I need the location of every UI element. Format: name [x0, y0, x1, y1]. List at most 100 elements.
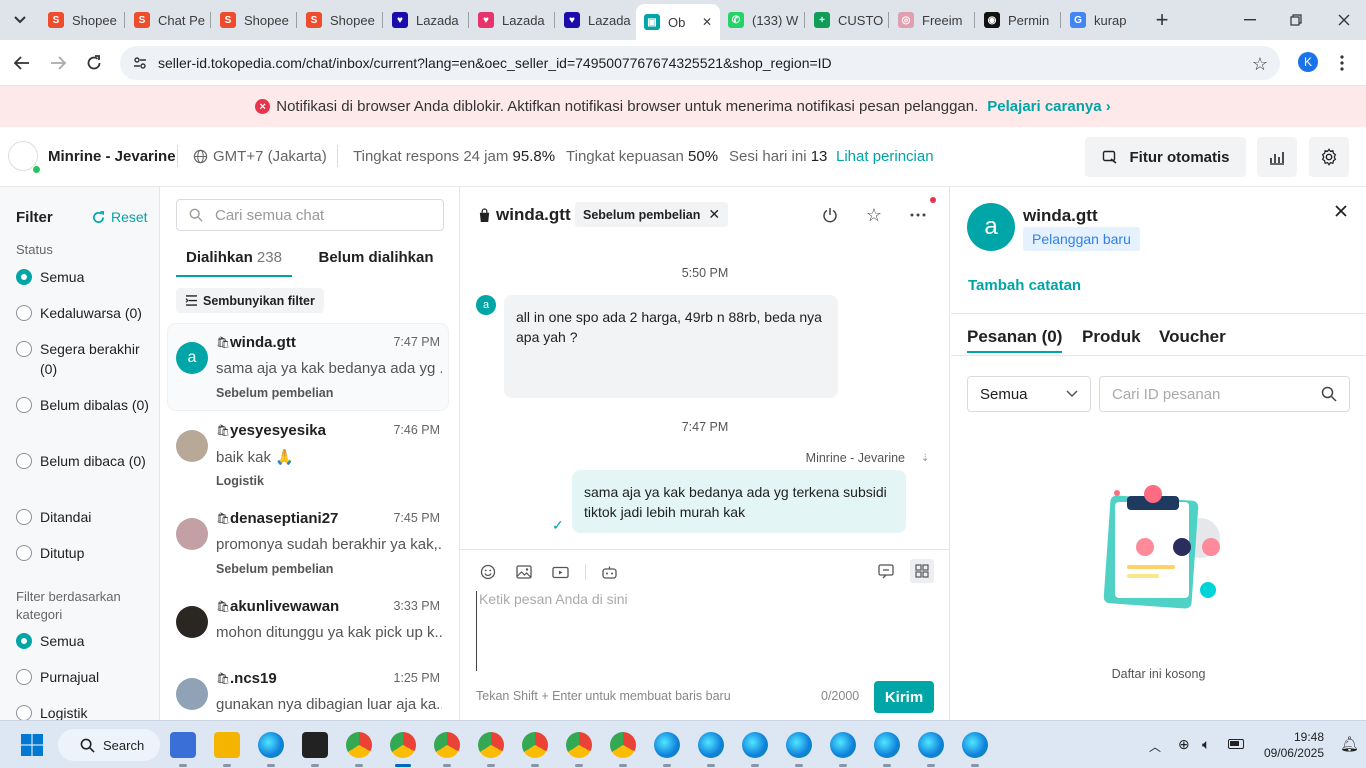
remove-tag-icon[interactable]: ✕ — [708, 206, 720, 223]
order-search-input[interactable]: Cari ID pesanan — [1099, 376, 1350, 412]
browser-tab[interactable]: Gkurap — [1062, 4, 1144, 36]
browser-tab[interactable]: S Chat Pe — [126, 4, 208, 36]
filter-radio-option[interactable]: Semua — [16, 267, 150, 287]
radio-circle[interactable] — [16, 509, 32, 525]
end-chat-power-icon[interactable] — [820, 205, 840, 225]
filter-radio-option[interactable]: Purnajual — [16, 667, 150, 687]
chrome-profile-icon[interactable] — [566, 732, 592, 758]
conversation-item[interactable]: 🛍︎ yesyesyesika 7:46 PM baik kak 🙏 Logistik — [168, 412, 448, 498]
notepad-app-icon[interactable] — [170, 732, 196, 758]
radio-circle[interactable] — [16, 397, 32, 413]
tab-assigned[interactable]: Dialihkan 238 — [176, 249, 292, 277]
radio-circle[interactable] — [16, 453, 32, 469]
tab-vouchers[interactable]: Voucher — [1159, 327, 1226, 347]
site-info-icon[interactable] — [132, 55, 148, 74]
browser-tab[interactable]: S Shopee — [298, 4, 380, 36]
back-icon[interactable] — [10, 51, 34, 75]
tab-products[interactable]: Produk — [1082, 327, 1141, 347]
minimize-icon[interactable] — [1238, 8, 1262, 32]
close-panel-icon[interactable] — [1331, 201, 1351, 221]
reload-icon[interactable] — [82, 51, 106, 75]
emoji-icon[interactable] — [479, 563, 497, 581]
network-icon[interactable]: ⊕ — [1178, 736, 1190, 753]
filter-radio-option[interactable]: Semua — [16, 631, 150, 651]
radio-circle[interactable] — [16, 705, 32, 721]
browser-tab[interactable]: ◎ Freeim — [890, 4, 972, 36]
browser-tab[interactable]: ♥ Lazada — [384, 4, 466, 36]
mark-star-icon[interactable]: ☆ — [864, 205, 884, 225]
learn-how-link[interactable]: Pelajari caranya › — [987, 98, 1110, 115]
browser-tab[interactable]: S Shopee — [40, 4, 122, 36]
forward-icon[interactable] — [46, 51, 70, 75]
filter-radio-option[interactable]: Ditutup — [16, 543, 150, 563]
hide-filter-button[interactable]: Sembunyikan filter — [176, 288, 324, 313]
send-button[interactable]: Kirim — [874, 681, 934, 713]
video-icon[interactable] — [551, 563, 569, 581]
edge-profile-icon[interactable] — [742, 732, 768, 758]
chrome-profile-icon[interactable] — [610, 732, 636, 758]
tab-unassigned[interactable]: Belum dialihkan — [310, 249, 442, 277]
volume-icon[interactable]: 🔈︎ — [1202, 736, 1210, 753]
tab-search-chevron-icon[interactable] — [8, 8, 32, 32]
browser-tab[interactable]: ▣ Ob ✕ — [636, 4, 720, 40]
radio-circle[interactable] — [16, 269, 32, 285]
radio-circle[interactable] — [16, 669, 32, 685]
edge-profile-icon[interactable] — [962, 732, 988, 758]
filter-radio-option[interactable]: Belum dibaca (0) — [16, 451, 150, 471]
order-status-select[interactable]: Semua — [967, 376, 1091, 412]
edge-profile-icon[interactable] — [874, 732, 900, 758]
battery-icon[interactable] — [1228, 739, 1244, 749]
browser-tab[interactable]: S Shopee — [212, 4, 294, 36]
browser-menu-icon[interactable] — [1334, 51, 1350, 75]
more-options-icon[interactable] — [908, 205, 928, 225]
browser-tab[interactable]: ♥ Lazada — [556, 4, 638, 36]
image-icon[interactable] — [515, 563, 533, 581]
filter-radio-option[interactable]: Kedaluwarsa (0) — [16, 303, 150, 323]
grid-menu-icon[interactable] — [910, 559, 934, 583]
omnibox[interactable]: seller-id.tokopedia.com/chat/inbox/curre… — [120, 46, 1280, 80]
file-explorer-icon[interactable] — [214, 732, 240, 758]
restore-icon[interactable] — [1284, 8, 1308, 32]
profile-avatar[interactable]: K — [1298, 52, 1318, 72]
conversation-item[interactable]: a 🛍︎ winda.gtt 7:47 PM sama aja ya kak bedan… — [168, 324, 448, 410]
radio-circle[interactable] — [16, 305, 32, 321]
message-input[interactable]: Ketik pesan Anda di sini — [476, 591, 934, 671]
chrome-profile-icon[interactable] — [478, 732, 504, 758]
browser-tab[interactable]: ✆ (133) W — [720, 4, 802, 36]
browser-tab[interactable]: ♥ Lazada — [470, 4, 552, 36]
reset-button[interactable]: Reset — [92, 209, 148, 225]
edge-profile-icon[interactable] — [830, 732, 856, 758]
sticky-notes-icon[interactable] — [302, 732, 328, 758]
edge-profile-icon[interactable] — [698, 732, 724, 758]
bookmark-star-icon[interactable]: ☆ — [1252, 54, 1268, 75]
close-tab-icon[interactable]: ✕ — [702, 15, 712, 29]
clock[interactable]: 19:48 09/06/2025 — [1260, 729, 1324, 761]
edge-profile-icon[interactable] — [918, 732, 944, 758]
quick-reply-icon[interactable] — [877, 562, 895, 580]
auto-features-button[interactable]: Fitur otomatis — [1085, 137, 1246, 177]
chrome-icon[interactable] — [346, 732, 372, 758]
radio-circle[interactable] — [16, 633, 32, 649]
radio-circle[interactable] — [16, 545, 32, 561]
filter-radio-option[interactable]: Belum dibalas (0) — [16, 395, 150, 415]
browser-tab[interactable]: + CUSTO — [806, 4, 888, 36]
radio-circle[interactable] — [16, 341, 32, 357]
tab-orders[interactable]: Pesanan (0) — [967, 327, 1063, 353]
edge-profile-icon[interactable] — [654, 732, 680, 758]
browser-tab[interactable]: ◉ Permin — [976, 4, 1058, 36]
edge-browser-icon[interactable] — [258, 732, 284, 758]
windows-start-icon[interactable] — [21, 734, 43, 759]
chatbot-icon[interactable] — [600, 563, 618, 581]
show-hidden-icons-chevron-icon[interactable]: ︿ — [1149, 738, 1161, 755]
new-tab-button[interactable]: + — [1150, 7, 1174, 32]
chat-search-input[interactable]: Cari semua chat — [176, 199, 444, 231]
chrome-profile-icon[interactable] — [522, 732, 548, 758]
filter-radio-option[interactable]: Segera berakhir (0) — [16, 339, 150, 379]
add-note-link[interactable]: Tambah catatan — [968, 277, 1081, 294]
analytics-icon[interactable] — [1257, 137, 1297, 177]
chrome-profile-icon[interactable] — [434, 732, 460, 758]
conversation-item[interactable]: 🛍︎ denaseptiani27 7:45 PM promonya sudah be… — [168, 500, 448, 586]
taskbar-search-button[interactable]: Search — [58, 729, 160, 761]
view-details-link[interactable]: Lihat perincian — [836, 148, 934, 165]
close-window-icon[interactable] — [1332, 8, 1356, 32]
